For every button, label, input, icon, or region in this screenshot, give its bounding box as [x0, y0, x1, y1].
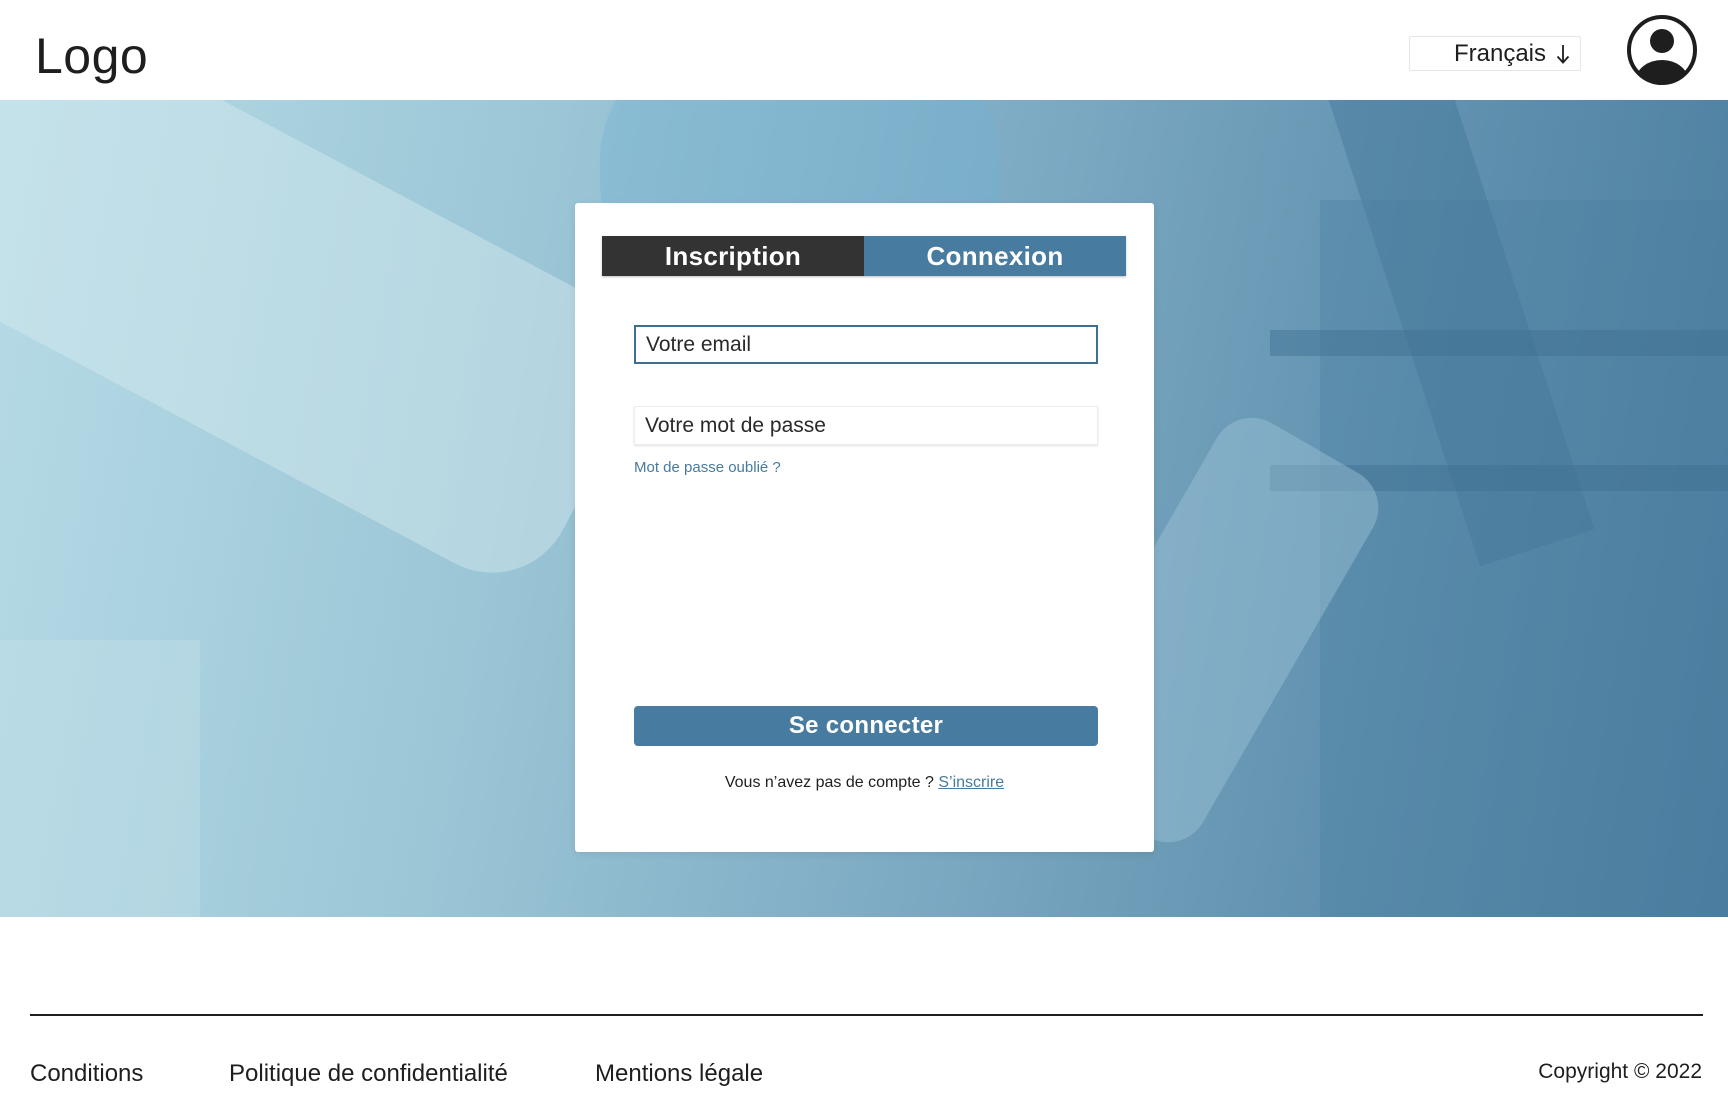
password-input[interactable]: [634, 406, 1098, 445]
no-account-text: Vous n’avez pas de compte ?: [724, 774, 934, 791]
footer-link-legal[interactable]: Mentions légale: [595, 1060, 763, 1088]
language-select[interactable]: Français: [1409, 36, 1581, 71]
hero-decor: [1270, 330, 1728, 356]
hero-decor: [0, 640, 200, 917]
login-button[interactable]: Se connecter: [634, 706, 1098, 746]
site-logo[interactable]: Logo: [35, 26, 148, 86]
signup-prompt: Vous n’avez pas de compte ? S’inscrire: [575, 774, 1154, 792]
copyright-text: Copyright © 2022: [1538, 1060, 1702, 1083]
tab-inscription[interactable]: Inscription: [602, 236, 864, 276]
tab-connexion[interactable]: Connexion: [864, 236, 1126, 276]
site-header: Logo Français: [0, 0, 1728, 100]
auth-card: Inscription Connexion Mot de passe oubli…: [575, 203, 1154, 852]
hero-decor: [0, 100, 666, 601]
footer-link-privacy[interactable]: Politique de confidentialité: [229, 1060, 508, 1088]
language-selected-label: Français: [1453, 39, 1546, 67]
user-avatar-icon[interactable]: [1626, 14, 1698, 86]
footer-link-conditions[interactable]: Conditions: [30, 1060, 143, 1088]
hero-decor: [1320, 200, 1728, 917]
forgot-password-link[interactable]: Mot de passe oublié ?: [634, 459, 781, 476]
email-input[interactable]: [634, 325, 1098, 364]
footer-divider: [30, 1014, 1703, 1016]
signup-link[interactable]: S’inscrire: [938, 774, 1004, 791]
arrow-down-icon: [1554, 42, 1572, 66]
auth-tabs: Inscription Connexion: [602, 236, 1126, 276]
